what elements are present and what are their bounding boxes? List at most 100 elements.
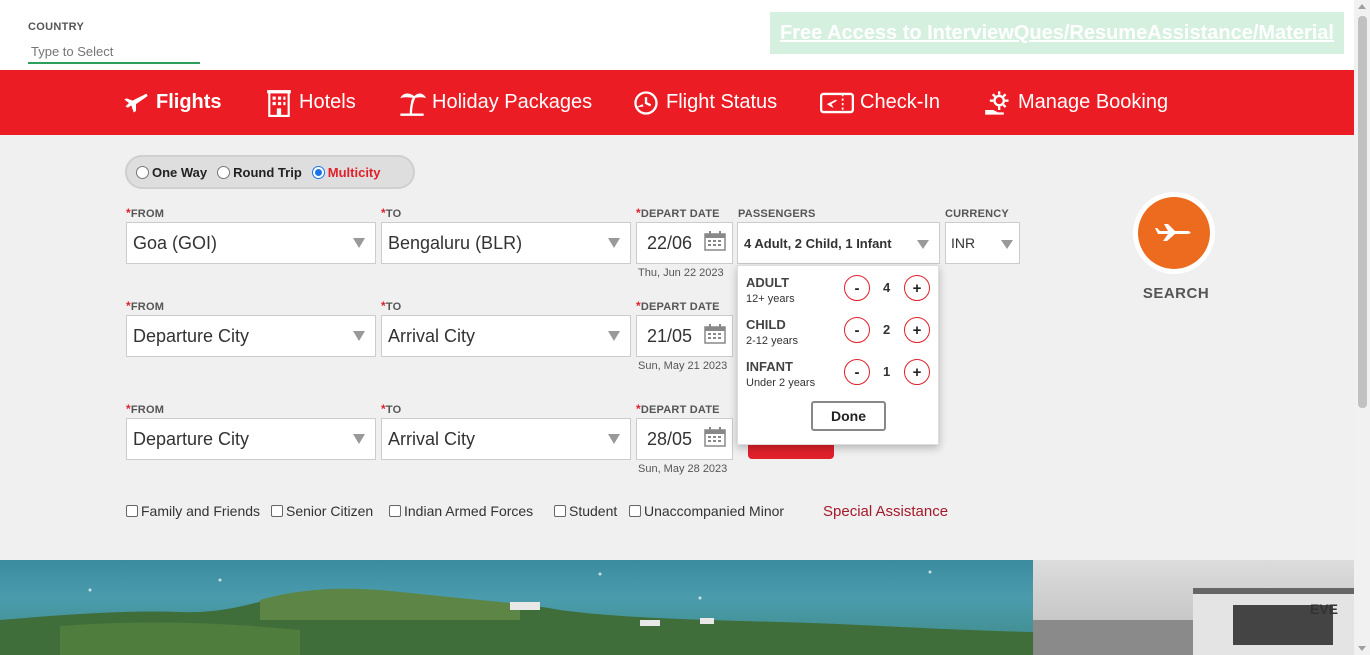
leg3-to-value: Arrival City [388,428,476,449]
currency-label: CURRENCY [945,208,1009,220]
promo-link[interactable]: Free Access to InterviewQues/ResumeAssis… [780,22,1334,45]
infant-minus-button[interactable]: - [844,359,870,385]
leg1-depart-label: *DEPART DATE [636,206,720,220]
leg2-from-label: *FROM [126,299,165,313]
calendar-icon [704,324,726,344]
leg1-from-value: Goa (GOI) [133,232,218,253]
leg2-depart-date[interactable]: 21/05 [636,315,733,357]
adult-row: ADULT 12+ years - 4 + [746,275,932,309]
main-nav: Flights Hotels Holiday Packages Flight S… [0,70,1354,135]
infant-desc: Under 2 years [746,377,816,389]
nav-flight-status[interactable]: Flight Status [632,70,777,135]
leg1-from-select[interactable]: Goa (GOI) [126,222,376,264]
multicity-radio[interactable] [311,165,325,179]
dropdown-caret-icon [608,238,620,248]
concession-student-label: Student [569,503,618,519]
passengers-select[interactable]: 4 Adult, 2 Child, 1 Infant [737,222,940,264]
nav-hotels[interactable]: Hotels [265,70,356,135]
leg2-to-select[interactable]: Arrival City [381,315,631,357]
nav-manage-booking[interactable]: Manage Booking [984,70,1168,135]
hero-banner-image [0,560,1033,655]
search-label: SEARCH [1142,285,1210,302]
search-button[interactable] [1133,192,1215,274]
leg1-to-select[interactable]: Bengaluru (BLR) [381,222,631,264]
leg2-to-label: *TO [381,299,402,313]
round-trip-label: Round Trip [233,164,302,180]
concession-armed-label: Indian Armed Forces [404,503,534,519]
dropdown-caret-icon [608,331,620,341]
currency-value: INR [951,235,976,251]
hotel-icon [265,89,293,117]
done-button[interactable]: Done [811,401,886,431]
leg3-depart-date[interactable]: 28/05 [636,418,733,460]
adult-plus-button[interactable]: + [904,275,930,301]
leg1-depart-date[interactable]: 22/06 [636,222,733,264]
child-plus-button[interactable]: + [904,317,930,343]
coastline-illustration [0,570,1033,655]
adult-count: 4 [883,280,891,295]
calendar-icon [704,231,726,251]
currency-select[interactable]: INR [945,222,1020,264]
concession-armed-forces[interactable]: Indian Armed Forces [389,503,533,519]
infant-plus-button[interactable]: + [904,359,930,385]
nav-flights-label: Flights [156,91,222,113]
leg2-from-value: Departure City [133,325,250,346]
trip-option-multicity[interactable]: Multicity [311,165,381,180]
checkbox[interactable] [554,505,566,517]
adult-desc: 12+ years [746,293,795,305]
trip-option-round-trip[interactable]: Round Trip [217,165,302,180]
nav-flight-status-label: Flight Status [666,91,778,113]
special-assistance-link[interactable]: Special Assistance [823,503,948,520]
trip-type-toggle: One Way Round Trip Multicity [125,155,415,189]
search-panel: One Way Round Trip Multicity *FROM Goa (… [0,135,1354,560]
leg2-from-select[interactable]: Departure City [126,315,376,357]
promo-banner: Free Access to InterviewQues/ResumeAssis… [770,12,1344,54]
nav-manage-booking-label: Manage Booking [1018,91,1169,113]
page-scrollbar[interactable] [1354,0,1370,655]
child-label: CHILD [746,317,786,332]
gear-hand-icon [984,89,1012,117]
calendar-icon [704,427,726,447]
concession-senior-citizen[interactable]: Senior Citizen [271,503,373,519]
scrollbar-thumb[interactable] [1358,16,1367,408]
leg3-to-select[interactable]: Arrival City [381,418,631,460]
dropdown-caret-icon [353,434,365,444]
leg3-from-label: *FROM [126,402,165,416]
dropdown-caret-icon [353,238,365,248]
country-label: COUNTRY [28,21,85,33]
trip-option-one-way[interactable]: One Way [136,165,207,180]
adult-label: ADULT [746,275,790,290]
leg1-from-label: *FROM [126,206,165,220]
remove-leg-button[interactable] [748,445,834,459]
checkbox[interactable] [389,505,401,517]
checkbox[interactable] [271,505,283,517]
scroll-up-arrow-icon[interactable] [1358,4,1366,9]
adult-minus-button[interactable]: - [844,275,870,301]
leg2-date-full: Sun, May 21 2023 [638,360,728,372]
leg1-date-full: Thu, Jun 22 2023 [638,267,724,279]
leg2-depart-label: *DEPART DATE [636,299,720,313]
palm-tree-icon [398,89,426,117]
ticket-icon [820,89,854,117]
plane-icon [1155,224,1191,241]
one-way-radio[interactable] [136,165,149,179]
leg3-from-select[interactable]: Departure City [126,418,376,460]
nav-holiday-packages[interactable]: Holiday Packages [398,70,592,135]
concession-student[interactable]: Student [554,503,617,519]
round-trip-radio[interactable] [217,165,231,179]
passengers-label: PASSENGERS [738,208,816,220]
country-input[interactable] [28,40,200,64]
concession-family-friends[interactable]: Family and Friends [126,503,260,519]
svg-text:EVE: EVE [1310,601,1338,617]
concession-family-label: Family and Friends [141,503,261,519]
nav-flights[interactable]: Flights [122,70,222,135]
scroll-down-arrow-icon[interactable] [1358,646,1366,651]
child-desc: 2-12 years [746,335,798,347]
concession-unaccompanied-minor[interactable]: Unaccompanied Minor [629,503,784,519]
nav-check-in[interactable]: Check-In [820,70,940,135]
child-minus-button[interactable]: - [844,317,870,343]
checkbox[interactable] [629,505,641,517]
checkbox[interactable] [126,505,138,517]
child-row: CHILD 2-12 years - 2 + [746,317,932,351]
leg1-to-label: *TO [381,206,402,220]
